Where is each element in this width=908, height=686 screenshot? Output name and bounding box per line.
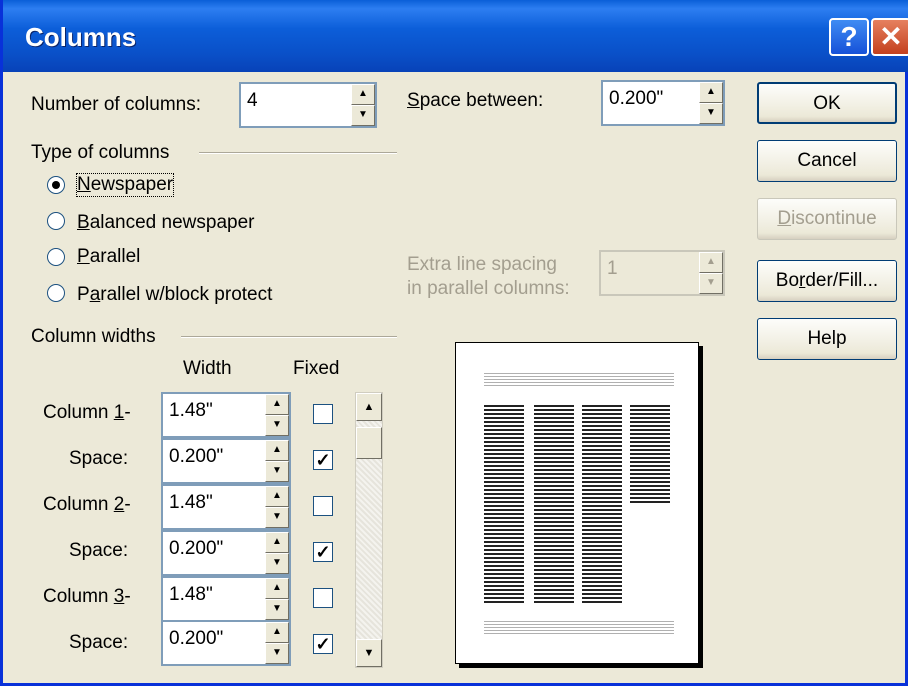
group-divider [181, 336, 397, 338]
preview-header-lines [484, 373, 674, 387]
dialog-title: Columns [25, 22, 137, 52]
spin-down-icon[interactable]: ▼ [265, 461, 289, 482]
spin-up-icon[interactable]: ▲ [351, 84, 375, 105]
space-3-width-value: 0.200" [169, 628, 224, 649]
title-bar[interactable]: Columns ? ✕ [3, 0, 908, 72]
scroll-up-icon[interactable]: ▲ [356, 393, 382, 421]
ok-button[interactable]: OK [757, 82, 897, 124]
spin-down-icon[interactable]: ▼ [351, 105, 375, 126]
space-3-width-field[interactable]: 0.200" ▲ ▼ [161, 620, 291, 666]
column-1-width-field[interactable]: 1.48" ▲ ▼ [161, 392, 291, 438]
preview-column-2 [534, 405, 574, 603]
radio-balanced-newspaper-label[interactable]: Balanced newspaper [77, 212, 254, 234]
spin-up-icon[interactable]: ▲ [265, 440, 289, 461]
column-3-label: Column 3- [43, 586, 131, 607]
column-2-width-field[interactable]: 1.48" ▲ ▼ [161, 484, 291, 530]
scroll-thumb[interactable] [356, 427, 382, 459]
radio-parallel-block-protect-label[interactable]: Parallel w/block protect [77, 284, 272, 306]
space-1-fixed-checkbox[interactable]: ✓ [313, 450, 333, 470]
column-3-width-value: 1.48" [169, 584, 213, 605]
column-widths-label: Column widths [31, 326, 156, 347]
number-of-columns-value: 4 [247, 90, 258, 111]
column-2-width-spinner[interactable]: ▲ ▼ [265, 486, 289, 528]
radio-newspaper[interactable] [47, 176, 65, 194]
number-of-columns-field[interactable]: 4 ▲ ▼ [239, 82, 377, 128]
space-2-width-spinner[interactable]: ▲ ▼ [265, 532, 289, 574]
spin-up-icon[interactable]: ▲ [265, 532, 289, 553]
help-button[interactable]: Help [757, 318, 897, 360]
width-column-header: Width [183, 358, 232, 379]
space-2-label: Space: [69, 540, 129, 561]
space-1-width-field[interactable]: 0.200" ▲ ▼ [161, 438, 291, 484]
column-1-width-spinner[interactable]: ▲ ▼ [265, 394, 289, 436]
column-2-width-value: 1.48" [169, 492, 213, 513]
column-2-label: Column 2- [43, 494, 131, 515]
space-between-value: 0.200" [609, 88, 664, 109]
space-3-width-spinner[interactable]: ▲ ▼ [265, 622, 289, 664]
spin-up-icon: ▲ [699, 252, 723, 273]
space-2-width-value: 0.200" [169, 538, 224, 559]
type-of-columns-label: Type of columns [31, 142, 170, 163]
spin-down-icon: ▼ [699, 273, 723, 294]
column-1-label: Column 1- [43, 402, 131, 423]
column-3-fixed-checkbox[interactable] [313, 588, 333, 608]
space-1-width-value: 0.200" [169, 446, 224, 467]
fixed-column-header: Fixed [293, 358, 340, 379]
spin-up-icon[interactable]: ▲ [265, 622, 289, 643]
scroll-down-icon[interactable]: ▼ [356, 639, 382, 667]
extra-line-spacing-value: 1 [607, 258, 618, 279]
columns-dialog: Columns ? ✕ Number of columns: 4 ▲ ▼ Spa… [0, 0, 908, 686]
preview-footer-lines [484, 621, 674, 635]
number-of-columns-label: Number of columns: [31, 94, 202, 115]
extra-line-spacing-field: 1 ▲ ▼ [599, 250, 725, 296]
spin-down-icon[interactable]: ▼ [265, 643, 289, 664]
spin-up-icon[interactable]: ▲ [265, 578, 289, 599]
preview-column-3 [582, 405, 622, 603]
discontinue-button[interactable]: Discontinue [757, 198, 897, 240]
spin-down-icon[interactable]: ▼ [265, 553, 289, 574]
column-3-width-spinner[interactable]: ▲ ▼ [265, 578, 289, 620]
spin-down-icon[interactable]: ▼ [265, 415, 289, 436]
cancel-button[interactable]: Cancel [757, 140, 897, 182]
space-2-fixed-checkbox[interactable]: ✓ [313, 542, 333, 562]
spin-down-icon[interactable]: ▼ [265, 599, 289, 620]
radio-parallel-block-protect[interactable] [47, 284, 65, 302]
group-divider [199, 152, 397, 154]
extra-line-spacing-spinner: ▲ ▼ [699, 252, 723, 294]
column-3-width-field[interactable]: 1.48" ▲ ▼ [161, 576, 291, 622]
spin-up-icon[interactable]: ▲ [265, 486, 289, 507]
spin-up-icon[interactable]: ▲ [699, 82, 723, 103]
extra-line-spacing-label-2: in parallel columns: [407, 278, 570, 299]
space-3-label: Space: [69, 632, 129, 653]
space-between-field[interactable]: 0.200" ▲ ▼ [601, 80, 725, 126]
radio-parallel-label[interactable]: Parallel [77, 246, 140, 268]
space-1-label: Space: [69, 448, 129, 469]
spin-up-icon[interactable]: ▲ [265, 394, 289, 415]
close-icon[interactable]: ✕ [871, 18, 908, 56]
number-of-columns-spinner[interactable]: ▲ ▼ [351, 84, 375, 126]
space-3-fixed-checkbox[interactable]: ✓ [313, 634, 333, 654]
radio-parallel[interactable] [47, 248, 65, 266]
spin-down-icon[interactable]: ▼ [699, 103, 723, 124]
preview-column-1 [484, 405, 524, 603]
column-1-fixed-checkbox[interactable] [313, 404, 333, 424]
column-2-fixed-checkbox[interactable] [313, 496, 333, 516]
space-2-width-field[interactable]: 0.200" ▲ ▼ [161, 530, 291, 576]
column-layout-preview [455, 342, 699, 664]
space-between-label: Space between: [407, 90, 544, 111]
border-fill-button[interactable]: Border/Fill... [757, 260, 897, 302]
radio-newspaper-label[interactable]: Newspaper [75, 173, 175, 197]
space-between-spinner[interactable]: ▲ ▼ [699, 82, 723, 124]
spin-down-icon[interactable]: ▼ [265, 507, 289, 528]
column-1-width-value: 1.48" [169, 400, 213, 421]
column-widths-scrollbar[interactable]: ▲ ▼ [355, 392, 383, 668]
space-1-width-spinner[interactable]: ▲ ▼ [265, 440, 289, 482]
help-icon[interactable]: ? [829, 18, 869, 56]
radio-balanced-newspaper[interactable] [47, 212, 65, 230]
preview-column-4 [630, 405, 670, 505]
extra-line-spacing-label: Extra line spacing [407, 254, 557, 275]
